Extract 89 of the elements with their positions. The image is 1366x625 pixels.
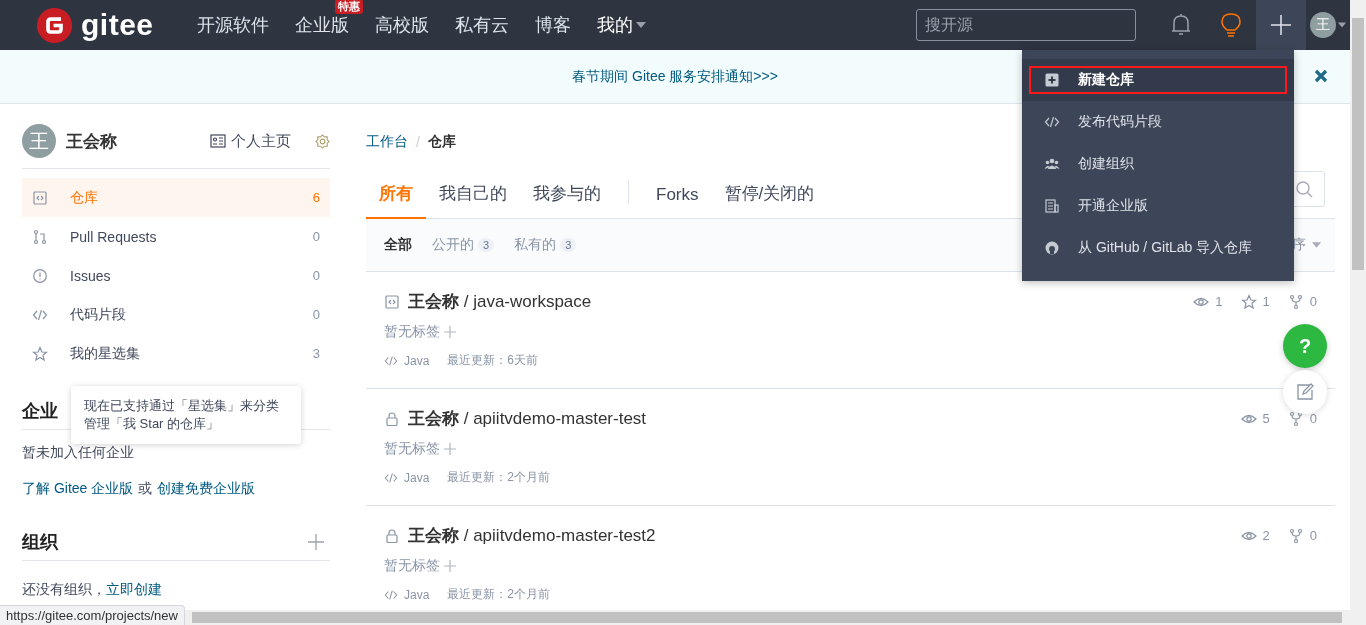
promo-badge: 特惠 [334, 0, 363, 14]
tag-text: 暂无标签 [384, 323, 440, 341]
sidebar-item[interactable]: Pull Requests 0 [22, 217, 330, 256]
profile-link[interactable]: 个人主页 [210, 131, 291, 151]
nav-link[interactable]: 博客 [534, 15, 571, 35]
create-org-link[interactable]: 立即创建 [106, 581, 162, 599]
repo-icon [32, 189, 48, 206]
nav-link[interactable]: 企业版 [294, 15, 349, 35]
watch-count: 5 [1262, 411, 1270, 426]
menu-item[interactable]: 创建组织 [1022, 143, 1294, 185]
issue-icon [32, 267, 48, 284]
filter-tab[interactable]: 公开的 3 [432, 236, 495, 254]
fork-count: 0 [1309, 294, 1317, 309]
code-icon [1044, 114, 1060, 130]
star-icon [32, 345, 48, 362]
sidebar-item[interactable]: 代码片段 0 [22, 295, 330, 334]
group-icon [1044, 156, 1060, 172]
updated-text: 最近更新：6天前 [447, 352, 539, 369]
repo-title-link[interactable]: 王会称 / apiitvdemo-master-test [408, 407, 647, 430]
tab[interactable]: Forks [643, 185, 712, 219]
logo-icon[interactable] [36, 6, 73, 44]
notice-link[interactable]: 春节期间 Gitee 服务安排通知>>> [572, 67, 778, 86]
caret-icon[interactable] [1338, 22, 1346, 28]
fork-icon [1287, 410, 1304, 427]
scrollbar[interactable] [1350, 0, 1366, 610]
star-count: 1 [1262, 294, 1270, 309]
bell-icon[interactable] [1170, 13, 1192, 37]
plus-icon [1270, 14, 1292, 36]
add-icon[interactable] [308, 534, 324, 550]
fork-count: 0 [1309, 411, 1317, 426]
logo-text[interactable]: gitee [81, 8, 154, 42]
feedback-button[interactable] [1283, 370, 1327, 414]
menu-item[interactable]: 发布代码片段 [1022, 101, 1294, 143]
updated-text: 最近更新：2个月前 [447, 469, 551, 486]
language-text: Java [404, 470, 430, 485]
tab[interactable]: 暂停/关闭的 [711, 182, 828, 219]
fork-icon [1287, 293, 1304, 310]
settings-icon[interactable] [315, 133, 330, 149]
tab[interactable]: 我参与的 [520, 182, 614, 219]
github-icon [1044, 240, 1060, 256]
tab[interactable]: 我自己的 [426, 182, 520, 219]
tooltip: 现在已支持通过「星选集」来分类管理「我 Star 的仓库」 [71, 386, 301, 444]
enterprise-link[interactable]: 了解 Gitee 企业版 [22, 480, 134, 498]
fork-icon [1287, 527, 1304, 544]
plus-icon [1044, 72, 1060, 88]
filter-tab[interactable]: 私有的 3 [514, 236, 577, 254]
create-button[interactable] [1256, 0, 1306, 50]
breadcrumb-link[interactable]: 工作台 [366, 133, 408, 151]
building-icon [1044, 198, 1060, 214]
watch-count: 2 [1262, 528, 1270, 543]
breadcrumb-current: 仓库 [427, 133, 456, 151]
repo-title-link[interactable]: 王会称 / apiitvdemo-master-test2 [408, 524, 656, 547]
fork-count: 0 [1309, 528, 1317, 543]
edit-icon [1295, 382, 1315, 402]
menu-item[interactable]: 新建仓库 [1022, 59, 1294, 101]
pull-request-icon [32, 228, 48, 245]
tag-text: 暂无标签 [384, 440, 440, 458]
sidebar-item[interactable]: Issues 0 [22, 256, 330, 295]
or-text: 或 [138, 480, 153, 498]
profile-card-icon [210, 134, 226, 148]
empty-text: 还没有组织， [22, 581, 106, 599]
caret-icon [635, 22, 646, 28]
language-text: Java [404, 353, 430, 368]
section-title: 企业 [22, 400, 58, 423]
menu-item[interactable]: 开通企业版 [1022, 185, 1294, 227]
empty-text: 暂未加入任何企业 [22, 444, 135, 462]
close-icon[interactable] [1314, 69, 1328, 83]
lightbulb-icon[interactable] [1220, 12, 1242, 38]
nav-link[interactable]: 高校版 [374, 15, 429, 35]
updated-text: 最近更新：2个月前 [447, 586, 551, 603]
tag-text: 暂无标签 [384, 557, 440, 575]
url-tooltip: https://gitee.com/projects/new [0, 605, 185, 625]
search-icon [1295, 180, 1313, 198]
my-menu[interactable]: 我的 [596, 15, 646, 35]
user-name[interactable]: 王会称 [66, 129, 200, 153]
caret-icon [1312, 242, 1321, 248]
nav-link[interactable]: 私有云 [454, 15, 509, 35]
create-enterprise-link[interactable]: 创建免费企业版 [157, 480, 256, 498]
watch-count: 1 [1215, 294, 1223, 309]
filter-tab[interactable]: 全部 [384, 236, 412, 254]
nav-link[interactable]: 开源软件 [196, 15, 269, 35]
search-field[interactable]: 搜开源 [916, 9, 1136, 41]
language-text: Java [404, 587, 430, 602]
star-icon [1240, 293, 1257, 310]
section-title: 组织 [22, 531, 58, 554]
repo-title-link[interactable]: 王会称 / java-workspace [408, 290, 592, 313]
sidebar-item[interactable]: 我的星选集 3 [22, 334, 330, 373]
menu-item[interactable]: 从 GitHub / GitLab 导入仓库 [1022, 227, 1294, 269]
breadcrumb-separator: / [416, 134, 420, 150]
